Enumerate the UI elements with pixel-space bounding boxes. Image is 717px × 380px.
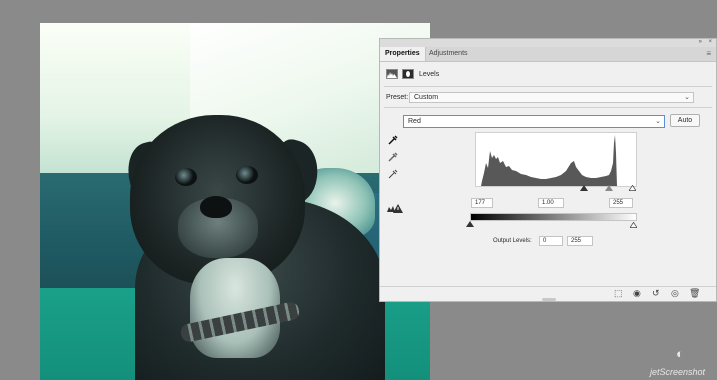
preset-dropdown[interactable]: Custom ⌄	[409, 92, 694, 103]
reset-icon[interactable]: ↺	[652, 288, 660, 299]
output-levels-label: Output Levels:	[493, 238, 532, 244]
channel-value: Red	[408, 118, 421, 125]
panel-menu-icon[interactable]: ≡	[706, 49, 711, 58]
clip-to-layer-icon[interactable]: ⬚	[614, 288, 623, 299]
photo-dog-eye-right	[236, 166, 258, 184]
auto-button[interactable]: Auto	[670, 114, 700, 127]
tab-adjustments[interactable]: Adjustments	[424, 47, 473, 61]
output-black-field[interactable]: 0	[539, 236, 563, 246]
input-black-slider-handle[interactable]	[580, 185, 588, 191]
watermark-text: jetScreenshot	[650, 367, 706, 377]
histogram	[475, 132, 637, 187]
chevron-down-icon: ⌄	[684, 94, 690, 101]
photo-canvas[interactable]	[40, 23, 430, 380]
panel-tabs: Properties Adjustments ≡	[380, 47, 716, 62]
photo-dog-eye-left	[175, 168, 197, 186]
chevron-down-icon: ⌄	[655, 118, 661, 125]
properties-panel: » × Properties Adjustments ≡ Levels Pres…	[379, 38, 717, 302]
watermark-logo-icon: ◐	[676, 346, 684, 361]
adjustment-title: Levels	[419, 71, 440, 78]
divider	[384, 107, 712, 108]
levels-adjustment-icon[interactable]	[386, 69, 398, 79]
visibility-icon[interactable]: ◎	[671, 288, 679, 299]
calculate-histogram-warning-icon[interactable]	[387, 204, 403, 213]
watermark: ◐ jetScreenshot	[650, 346, 717, 380]
output-white-field[interactable]: 255	[567, 236, 593, 246]
white-point-eyedropper-icon[interactable]	[388, 169, 398, 179]
preset-label: Preset:	[386, 94, 409, 101]
input-white-field[interactable]: 255	[609, 198, 633, 208]
delete-icon[interactable]: 🗑	[689, 288, 700, 299]
output-black-slider-handle[interactable]	[466, 221, 474, 227]
histogram-shape	[481, 135, 617, 186]
black-point-eyedropper-icon[interactable]	[388, 135, 398, 145]
panel-resize-grip[interactable]	[542, 298, 556, 301]
preset-value: Custom	[414, 94, 439, 101]
panel-titlebar[interactable]: » ×	[380, 39, 716, 47]
gray-point-eyedropper-icon[interactable]	[388, 152, 398, 162]
view-previous-icon[interactable]: ◉	[633, 288, 641, 299]
input-gamma-field[interactable]: 1.00	[538, 198, 564, 208]
input-gamma-slider-handle[interactable]	[605, 185, 613, 191]
divider	[384, 86, 712, 87]
layer-mask-icon[interactable]	[402, 69, 414, 79]
output-gradient-bar	[470, 213, 637, 221]
close-icon[interactable]: ×	[708, 39, 712, 45]
input-black-field[interactable]: 177	[471, 198, 493, 208]
collapse-icon[interactable]: »	[699, 39, 702, 45]
output-white-slider-handle[interactable]	[630, 222, 637, 228]
input-white-slider-handle[interactable]	[629, 185, 636, 191]
photo-dog-nose	[200, 196, 232, 218]
panel-footer-divider	[380, 286, 716, 287]
tab-properties[interactable]: Properties	[380, 47, 426, 61]
channel-dropdown[interactable]: Red ⌄	[403, 115, 665, 128]
